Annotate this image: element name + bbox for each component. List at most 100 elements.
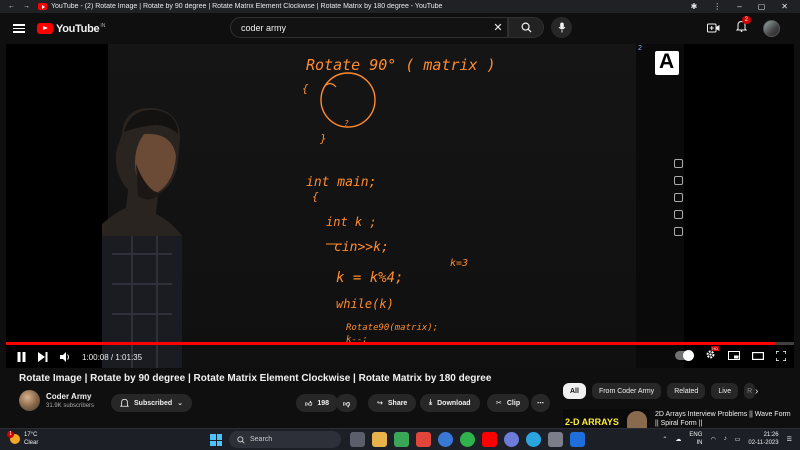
screen: ← → ↻ YouTube - (2) Rotate Image | Rotat…	[0, 0, 800, 450]
progress-bar[interactable]	[6, 342, 794, 345]
recommendation-chips: All From Coder Army Related Live R	[563, 383, 756, 399]
maximize-icon[interactable]: ▢	[758, 2, 766, 11]
settings-button[interactable]: HD	[705, 346, 719, 362]
clip-button[interactable]: ✂ Clip	[487, 394, 530, 412]
pause-icon	[17, 352, 25, 362]
system-clock[interactable]: 21:26 02-11-2023	[748, 431, 778, 447]
volume-button[interactable]	[58, 350, 72, 364]
board-title: Rotate 90° ( matrix )	[306, 56, 496, 74]
temperature: 17°C	[24, 432, 38, 438]
speaker-icon[interactable]: ♪	[724, 436, 727, 442]
like-button[interactable]: 👍︎ 198	[296, 394, 339, 412]
file-explorer-icon[interactable]	[372, 432, 387, 447]
weather-widget[interactable]: 1 17°C Clear	[7, 431, 39, 447]
forward-icon[interactable]: →	[23, 3, 30, 11]
theater-mode-icon[interactable]	[752, 351, 764, 360]
notification-center-icon[interactable]: ☰	[787, 436, 792, 443]
youtube-logo[interactable]: YouTube IN	[37, 23, 105, 35]
clock-time: 21:26	[763, 432, 779, 438]
browser-tab-title: YouTube - (2) Rotate Image | Rotate by 9…	[51, 3, 443, 10]
hamburger-menu-icon[interactable]	[13, 24, 25, 33]
youtube-app-icon[interactable]	[482, 432, 497, 447]
chevron-up-icon[interactable]: ⌃	[662, 436, 667, 443]
search-input[interactable]: coder army	[241, 23, 489, 33]
fullscreen-icon[interactable]	[776, 350, 786, 361]
like-count: 198	[317, 399, 330, 407]
autoplay-toggle[interactable]	[675, 350, 694, 361]
region-code: IN	[696, 440, 703, 446]
chip-from-channel[interactable]: From Coder Army	[591, 383, 662, 399]
download-button[interactable]: ⤓ Download	[420, 394, 480, 412]
search-icon	[521, 22, 532, 33]
channel-text: Coder Army 31.9K subscribers	[46, 392, 94, 409]
language-code: ENG	[689, 432, 703, 438]
back-icon[interactable]: ←	[8, 3, 15, 11]
board-tool-icon	[674, 193, 683, 202]
create-video-icon[interactable]	[707, 23, 720, 33]
thumbnail-face	[627, 411, 647, 428]
search-button[interactable]	[508, 17, 544, 38]
subscriber-count: 31.9K subscribers	[46, 403, 95, 409]
board-line-cin: cin>>k;	[334, 240, 389, 255]
cloud-icon[interactable]: ☁	[675, 436, 681, 443]
channel-watermark-icon	[655, 50, 679, 75]
board-line-mod: k = k%4;	[336, 270, 403, 286]
recommended-title[interactable]: 2D Arrays Interview Problems || Wave For…	[655, 410, 791, 428]
dislike-button[interactable]: 👎︎	[336, 394, 358, 412]
spreadsheet-app-icon[interactable]	[394, 432, 409, 447]
board-line-rotate: Rotate90(matrix);	[346, 323, 438, 333]
sun-icon: 1	[7, 431, 20, 444]
recommended-thumbnail[interactable]: 2-D ARRAYS	[563, 409, 649, 428]
minimize-icon[interactable]: –	[737, 2, 741, 11]
extensions-icon[interactable]: ✱	[691, 2, 698, 11]
diamond-app-icon[interactable]	[416, 432, 431, 447]
next-video-button[interactable]	[36, 350, 50, 364]
app-icon[interactable]	[504, 432, 519, 447]
pause-button[interactable]	[14, 350, 28, 364]
clear-search-icon[interactable]: ✕	[489, 21, 507, 34]
board-side-toolbar	[674, 159, 686, 236]
telegram-icon[interactable]	[526, 432, 541, 447]
help-icon[interactable]	[438, 432, 453, 447]
channel-name[interactable]: Coder Army	[46, 392, 94, 401]
recommended-video[interactable]: 2-D ARRAYS 2D Arrays Interview Problems …	[561, 408, 793, 428]
more-options-icon[interactable]: ⋮	[713, 2, 721, 11]
more-actions-button[interactable]: ⋯	[531, 394, 550, 412]
header-actions: 2	[707, 16, 780, 37]
wifi-icon[interactable]: ◠	[710, 436, 715, 443]
battery-icon[interactable]: ▭	[735, 436, 741, 443]
subscribed-button[interactable]: Subscribed ⌄	[111, 394, 192, 412]
account-avatar[interactable]	[763, 19, 780, 37]
windows-taskbar: 1 17°C Clear Search ⌃ ☁ ENG IN ◠ ♪ ▭ 21:…	[0, 428, 800, 450]
language-indicator[interactable]: ENG IN	[689, 431, 702, 447]
settings-app-icon[interactable]	[548, 432, 563, 447]
skip-next-icon	[38, 352, 48, 362]
voice-search-button[interactable]	[551, 17, 572, 38]
weather-badge: 1	[7, 431, 14, 438]
channel-avatar[interactable]	[19, 390, 40, 411]
chevron-right-icon[interactable]: ›	[755, 386, 758, 397]
chevron-down-icon: ⌄	[177, 400, 183, 407]
bell-icon	[120, 398, 129, 407]
miniplayer-icon[interactable]	[728, 351, 740, 360]
chip-live[interactable]: Live	[711, 383, 739, 399]
chip-partial[interactable]: R	[744, 383, 756, 399]
duration: 1:01:35	[115, 352, 143, 362]
taskbar-search[interactable]: Search	[229, 431, 341, 448]
thumbs-down-icon: 👎︎	[343, 400, 351, 408]
task-view-icon[interactable]	[350, 432, 365, 447]
board-note: k=3	[450, 258, 468, 269]
windows-start-icon[interactable]	[210, 434, 222, 446]
chip-related[interactable]: Related	[667, 383, 706, 399]
weather-condition: Clear	[24, 440, 39, 446]
board-tool-icon	[674, 210, 683, 219]
search-box[interactable]: coder army ✕	[230, 17, 508, 38]
word-icon[interactable]	[570, 432, 585, 447]
download-label: Download	[437, 399, 471, 407]
chrome-icon[interactable]	[460, 432, 475, 447]
close-window-icon[interactable]: ✕	[781, 2, 788, 11]
chip-all[interactable]: All	[563, 383, 586, 399]
share-button[interactable]: ↪ Share	[368, 394, 417, 412]
notifications-button[interactable]: 2	[735, 16, 751, 37]
video-player[interactable]: Rotate 90° ( matrix ) { ? } int main; { …	[6, 44, 794, 368]
